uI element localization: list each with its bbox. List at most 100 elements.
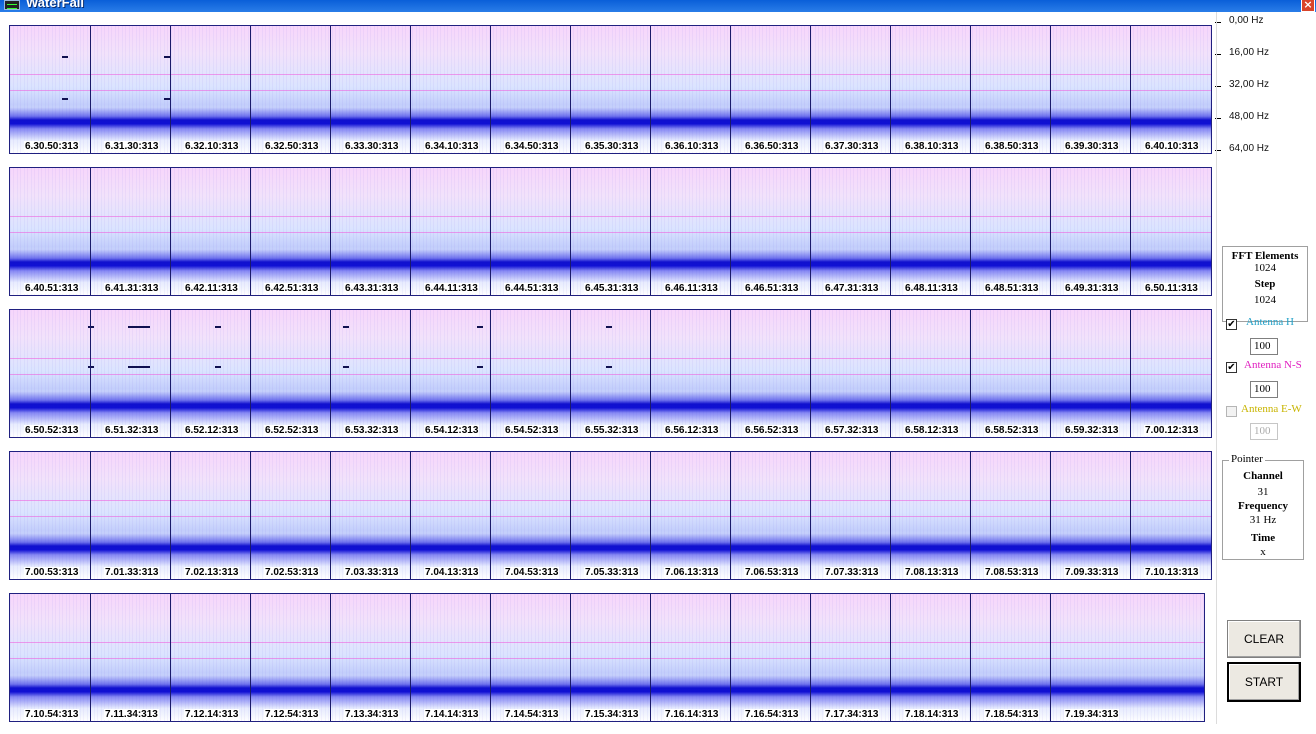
antenna-ns-checkbox[interactable]: ✔ <box>1226 362 1237 373</box>
column-divider <box>570 310 571 437</box>
timestamp-label: 7.04.53:313 <box>504 567 560 578</box>
timestamp-label: 6.36.10:313 <box>664 141 720 152</box>
step-label: Step <box>1254 278 1276 290</box>
timestamp-label: 6.40.10:313 <box>1144 141 1200 152</box>
column-divider <box>1050 310 1051 437</box>
window-title: WaterFall <box>26 0 85 10</box>
column-divider <box>250 594 251 721</box>
frequency-axis-label: 32,00 Hz <box>1229 79 1270 90</box>
column-divider <box>970 452 971 579</box>
antenna-ew-checkbox[interactable] <box>1226 406 1237 417</box>
column-divider <box>170 168 171 295</box>
clear-button[interactable]: CLEAR <box>1227 620 1301 658</box>
timestamp-label: 6.54.12:313 <box>424 425 480 436</box>
waterfall-row[interactable]: 6.40.51:313 6.41.31:313 6.42.11:313 6.42.51… <box>9 167 1212 296</box>
column-divider <box>810 594 811 721</box>
column-divider <box>890 168 891 295</box>
timestamp-label: 7.15.34:313 <box>584 709 640 720</box>
column-divider <box>170 452 171 579</box>
timestamp-label: 6.47.31:313 <box>824 283 880 294</box>
column-divider <box>490 168 491 295</box>
column-divider <box>890 26 891 153</box>
column-divider <box>650 310 651 437</box>
signal-marker <box>88 326 94 328</box>
start-button[interactable]: START <box>1227 662 1301 702</box>
column-divider <box>250 26 251 153</box>
panel-separator <box>1216 12 1217 724</box>
signal-marker <box>606 326 612 328</box>
column-divider <box>650 168 651 295</box>
antenna-ns-label: Antenna N-S <box>1244 359 1302 371</box>
timestamp-label: 7.10.13:313 <box>1144 567 1200 578</box>
column-divider <box>890 594 891 721</box>
timestamp-label: 7.04.13:313 <box>424 567 480 578</box>
timestamp-label: 7.18.54:313 <box>984 709 1040 720</box>
timestamp-label: 7.12.54:313 <box>264 709 320 720</box>
close-button[interactable]: × <box>1301 0 1315 12</box>
fft-settings-panel: FFT Elements 1024 Step 1024 <box>1222 246 1308 322</box>
signal-marker <box>62 98 68 100</box>
antenna-ns-gain-input[interactable]: 100 <box>1250 381 1278 398</box>
timestamp-label: 6.54.52:313 <box>504 425 560 436</box>
timestamp-label: 6.37.30:313 <box>824 141 880 152</box>
pointer-group-label: Pointer <box>1229 453 1265 465</box>
fft-elements-label: FFT Elements <box>1231 250 1299 262</box>
antenna-h-label: Antenna H <box>1246 316 1294 328</box>
step-value: 1024 <box>1254 294 1276 306</box>
waterfall-row[interactable]: 7.00.53:313 7.01.33:313 7.02.13:313 7.02.53… <box>9 451 1212 580</box>
signal-marker <box>477 366 483 368</box>
column-divider <box>250 452 251 579</box>
column-divider <box>170 310 171 437</box>
timestamp-label: 6.42.11:313 <box>184 283 239 294</box>
tone-line <box>10 642 1204 644</box>
timestamp-label: 6.52.52:313 <box>264 425 320 436</box>
column-divider <box>890 310 891 437</box>
timestamp-label: 6.42.51:313 <box>264 283 320 294</box>
timestamp-label: 7.08.53:313 <box>984 567 1040 578</box>
timestamp-label: 6.49.31:313 <box>1064 283 1120 294</box>
title-bar[interactable]: WaterFall × <box>0 0 1316 12</box>
timestamp-label: 7.00.53:313 <box>24 567 80 578</box>
time-value: x <box>1260 546 1266 558</box>
timestamp-label: 7.18.14:313 <box>904 709 960 720</box>
antenna-h-gain-input[interactable]: 100 <box>1250 338 1278 355</box>
tone-line <box>10 216 1211 218</box>
timestamp-label: 6.34.50:313 <box>504 141 560 152</box>
timestamp-label: 6.59.32:313 <box>1064 425 1120 436</box>
column-divider <box>810 310 811 437</box>
waterfall-row[interactable]: 6.30.50:313 6.31.30:313 6.32.10:313 6.32.50… <box>9 25 1212 154</box>
timestamp-label: 7.11.34:313 <box>104 709 159 720</box>
signal-marker <box>215 366 221 368</box>
timestamp-label: 7.16.54:313 <box>744 709 800 720</box>
column-divider <box>1050 594 1051 721</box>
timestamp-label: 6.53.32:313 <box>344 425 400 436</box>
timestamp-label: 6.44.51:313 <box>504 283 560 294</box>
antenna-ew-gain-input[interactable]: 100 <box>1250 423 1278 440</box>
column-divider <box>410 594 411 721</box>
column-divider <box>330 310 331 437</box>
column-divider <box>170 26 171 153</box>
column-divider <box>330 594 331 721</box>
column-divider <box>810 26 811 153</box>
timestamp-label: 6.35.30:313 <box>584 141 640 152</box>
tone-line <box>10 500 1211 502</box>
column-divider <box>1130 452 1131 579</box>
waterfall-row[interactable]: 7.10.54:313 7.11.34:313 7.12.14:313 7.12.54… <box>9 593 1205 722</box>
column-divider <box>250 168 251 295</box>
waterfall-row[interactable]: 6.50.52:313 6.51.32:313 6.52.12:313 6.52.52… <box>9 309 1212 438</box>
timestamp-label: 7.02.53:313 <box>264 567 320 578</box>
timestamp-label: 6.30.50:313 <box>24 141 80 152</box>
column-divider <box>330 26 331 153</box>
timestamp-label: 6.58.12:313 <box>904 425 960 436</box>
waterfall-display[interactable]: 6.30.50:313 6.31.30:313 6.32.10:313 6.32.50… <box>0 12 1214 734</box>
signal-marker <box>128 366 150 368</box>
column-divider <box>810 168 811 295</box>
column-divider <box>730 168 731 295</box>
timestamp-label: 6.41.31:313 <box>104 283 160 294</box>
timestamp-label: 6.32.50:313 <box>264 141 320 152</box>
timestamp-label: 6.57.32:313 <box>824 425 880 436</box>
column-divider <box>330 168 331 295</box>
timestamp-label: 6.32.10:313 <box>184 141 240 152</box>
column-divider <box>970 594 971 721</box>
antenna-h-checkbox[interactable]: ✔ <box>1226 319 1237 330</box>
